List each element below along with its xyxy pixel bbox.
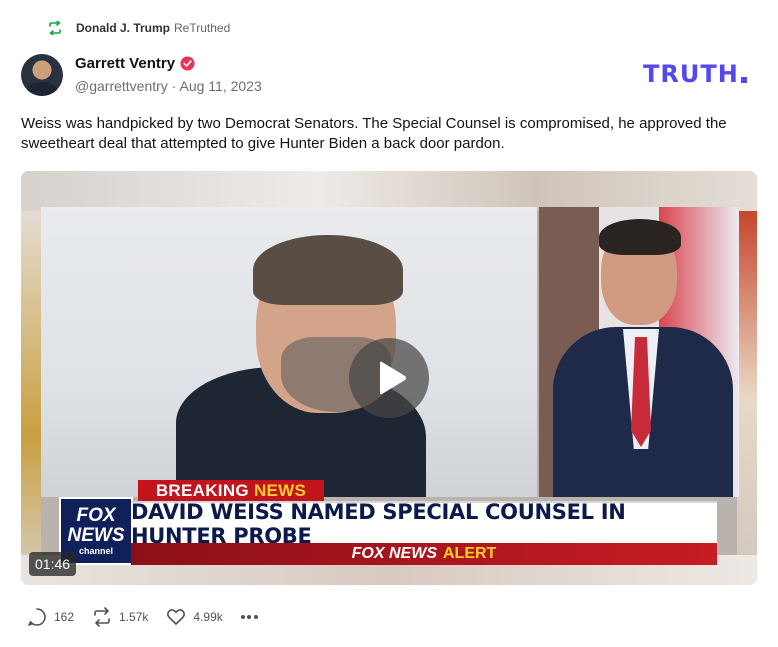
author-handle[interactable]: @garrettventry — [75, 78, 168, 94]
alert-suffix: ALERT — [443, 545, 497, 562]
avatar[interactable] — [21, 54, 63, 96]
video-person-right-hair — [599, 219, 681, 255]
more-dot — [247, 615, 252, 619]
fox-logo-bottom: NEWS — [67, 525, 125, 546]
post-date[interactable]: Aug 11, 2023 — [180, 78, 262, 94]
heart-icon — [167, 609, 186, 625]
breaking-prefix: BREAKING — [155, 480, 249, 500]
retruth-button[interactable]: 1.57k — [92, 607, 148, 627]
video-background-left — [21, 211, 41, 585]
meta-separator: · — [171, 78, 177, 94]
fox-logo-top: FOX — [76, 505, 116, 526]
play-button[interactable] — [349, 338, 429, 418]
video-background — [21, 171, 757, 211]
breaking-suffix: NEWS — [253, 480, 307, 500]
video-duration: 01:46 — [29, 552, 77, 576]
video-left-panel — [41, 207, 537, 497]
fox-logo-sub: channel — [78, 546, 113, 556]
post-text: Weiss was handpicked by two Democrat Sen… — [21, 115, 727, 152]
reply-button[interactable]: 162 — [27, 607, 74, 627]
retruth-icon — [48, 20, 62, 36]
news-alert-bar: FOX NEWS ALERT — [131, 543, 717, 565]
play-icon — [380, 361, 406, 395]
news-headline: DAVID WEISS NAMED SPECIAL COUNSEL IN HUN… — [131, 500, 717, 548]
author-block: Garrett Ventry @garrettventry · Aug 11, … — [75, 55, 262, 94]
video-player[interactable]: BREAKING NEWS FOX NEWS channel DAVID WEIS… — [21, 171, 757, 585]
retruth-action-icon — [94, 607, 110, 627]
truth-logo[interactable]: TRUTH — [643, 60, 747, 88]
action-bar: 162 1.57k 4.99k — [27, 607, 260, 627]
like-count: 4.99k — [193, 610, 223, 624]
truth-logo-dot — [740, 77, 747, 83]
verified-badge-icon — [180, 56, 195, 71]
retruth-user[interactable]: Donald J. Trump — [76, 21, 170, 35]
retruth-banner[interactable]: Donald J. Trump ReTruthed — [48, 18, 230, 38]
video-person-left-hair — [253, 235, 403, 305]
retruth-count: 1.57k — [119, 610, 149, 624]
more-dot — [253, 615, 258, 619]
reply-count: 162 — [54, 610, 75, 624]
truth-logo-text: TRUTH — [643, 60, 739, 88]
alert-prefix: FOX NEWS — [351, 545, 437, 562]
author-name[interactable]: Garrett Ventry — [75, 55, 175, 72]
breaking-news-tag: BREAKING NEWS — [138, 480, 324, 501]
like-button[interactable]: 4.99k — [166, 607, 223, 627]
video-right-panel — [539, 207, 739, 497]
video-background-right — [737, 211, 757, 585]
retruth-label: ReTruthed — [174, 21, 231, 35]
more-icon[interactable] — [240, 615, 261, 619]
reply-icon — [28, 608, 46, 626]
more-dot — [240, 615, 245, 619]
